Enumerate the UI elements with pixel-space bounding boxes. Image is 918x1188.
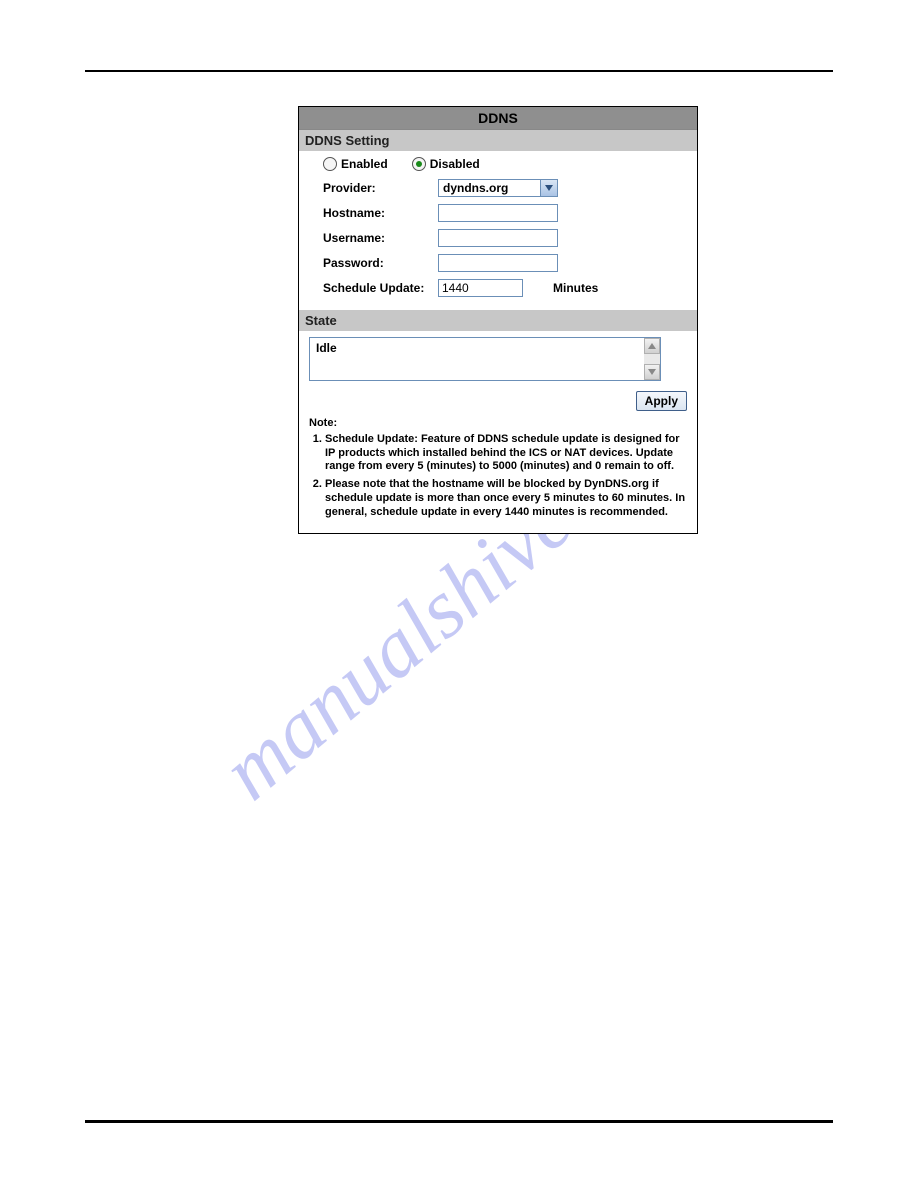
enable-disable-row: Enabled Disabled (323, 157, 691, 171)
username-row: Username: (323, 229, 691, 247)
bottom-rule (85, 1120, 833, 1123)
ddns-setting-header: DDNS Setting (299, 130, 697, 151)
hostname-row: Hostname: (323, 204, 691, 222)
password-input[interactable] (438, 254, 558, 272)
setting-body: Enabled Disabled Provider: dyndns.org Ho… (299, 151, 697, 310)
apply-button[interactable]: Apply (636, 391, 687, 411)
username-input[interactable] (438, 229, 558, 247)
schedule-row: Schedule Update: Minutes (323, 279, 691, 297)
note-title: Note: (309, 417, 687, 431)
ddns-panel: DDNS DDNS Setting Enabled Disabled Provi… (298, 106, 698, 534)
note-item-2: Please note that the hostname will be bl… (325, 478, 687, 519)
schedule-input[interactable] (438, 279, 523, 297)
scroll-down-icon[interactable] (644, 364, 660, 380)
provider-value: dyndns.org (439, 180, 540, 196)
scroll-up-icon[interactable] (644, 338, 660, 354)
state-box-wrap: Idle (299, 331, 697, 387)
state-textarea[interactable]: Idle (309, 337, 661, 381)
apply-row: Apply (299, 387, 697, 415)
disabled-radio[interactable] (412, 157, 426, 171)
state-header: State (299, 310, 697, 331)
hostname-label: Hostname: (323, 206, 438, 220)
provider-label: Provider: (323, 181, 438, 195)
top-rule (85, 70, 833, 72)
disabled-label: Disabled (430, 157, 480, 171)
hostname-input[interactable] (438, 204, 558, 222)
state-value: Idle (316, 341, 337, 355)
provider-row: Provider: dyndns.org (323, 179, 691, 197)
schedule-label: Schedule Update: (323, 281, 438, 295)
note-list: Schedule Update: Feature of DDNS schedul… (309, 433, 687, 520)
username-label: Username: (323, 231, 438, 245)
password-row: Password: (323, 254, 691, 272)
chevron-down-icon (540, 180, 557, 196)
note-section: Note: Schedule Update: Feature of DDNS s… (299, 415, 697, 533)
enabled-label: Enabled (341, 157, 388, 171)
provider-select[interactable]: dyndns.org (438, 179, 558, 197)
scrollbar[interactable] (644, 338, 660, 380)
password-label: Password: (323, 256, 438, 270)
note-item-1: Schedule Update: Feature of DDNS schedul… (325, 433, 687, 474)
panel-title: DDNS (299, 107, 697, 130)
enabled-radio[interactable] (323, 157, 337, 171)
schedule-unit: Minutes (553, 281, 598, 295)
